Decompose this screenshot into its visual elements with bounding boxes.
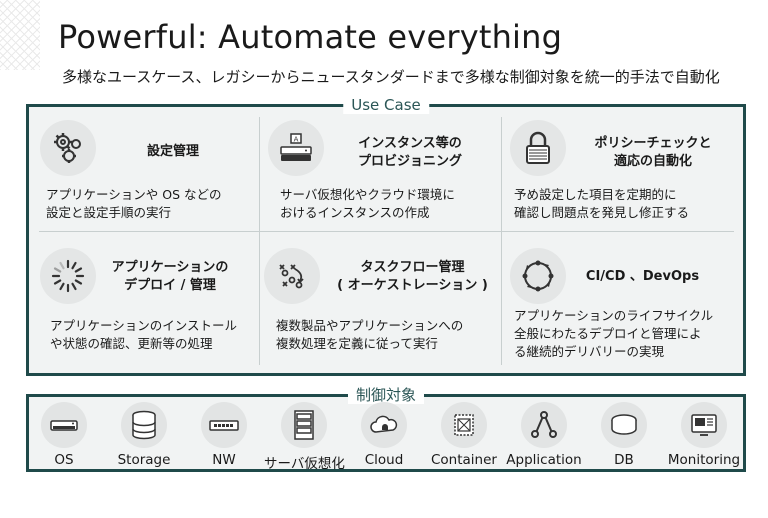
cell-title: タスクフロー管理 ( オーケストレーション ): [337, 260, 488, 293]
cell-title: ポリシーチェックと 適応の自動化: [594, 136, 712, 169]
os-device-icon: [41, 402, 87, 448]
divider: [39, 231, 734, 232]
cell-desc: アプリケーションや OS などの 設定と設定手順の実行: [46, 187, 222, 220]
target-storage: Storage: [104, 402, 184, 468]
page-title: Powerful: Automate everything: [58, 18, 563, 56]
cell-title: インスタンス等の プロビジョニング: [357, 136, 462, 169]
target-cloud: Cloud: [344, 402, 424, 468]
usecase-label: Use Case: [343, 96, 429, 114]
target-label: Monitoring: [667, 452, 741, 468]
target-server-virtualization: サーバ仮想化: [264, 402, 345, 472]
corner-pattern: [0, 0, 40, 70]
target-nw: NW: [184, 402, 264, 468]
target-label: Application: [506, 452, 582, 468]
padlock-icon: [510, 120, 566, 176]
target-container: Container: [424, 402, 504, 468]
target-label: Cloud: [364, 452, 404, 468]
target-monitoring: Monitoring: [664, 402, 744, 468]
gears-icon: [40, 120, 96, 176]
cell-title: CI/CD 、DevOps: [585, 269, 700, 284]
cell-desc: 複数製品やアプリケーションへの 複数処理を定義に従って実行: [276, 318, 464, 351]
target-label: サーバ仮想化: [264, 456, 345, 472]
cell-desc: サーバ仮想化やクラウド環境に おけるインスタンスの作成: [280, 187, 455, 220]
application-icon: [521, 402, 567, 448]
cell-desc: アプリケーションのライフサイクル 全般にわたるデプロイと管理によ る継続的デリバ…: [514, 308, 714, 359]
target-label: Container: [431, 452, 497, 468]
svg-text:A: A: [294, 136, 299, 144]
target-label: DB: [614, 452, 634, 468]
network-switch-icon: [201, 402, 247, 448]
cell-title: アプリケーションの デプロイ / 管理: [111, 260, 229, 293]
page-subtitle: 多様なユースケース、レガシーからニュースタンダードまで多様な制御対象を統一的手法…: [62, 68, 720, 86]
tactics-board-icon: [264, 248, 320, 304]
monitoring-icon: [681, 402, 727, 448]
loading-spinner-icon: [40, 248, 96, 304]
container-icon: [441, 402, 487, 448]
storage-icon: [121, 402, 167, 448]
cell-desc: 予め設定した項目を定期的に 確認し問題点を発見し修正する: [514, 187, 690, 220]
divider: [501, 117, 502, 365]
cloud-icon: [361, 402, 407, 448]
cycle-icon: [510, 248, 566, 304]
server-rack-icon: [281, 402, 327, 448]
target-label: Storage: [117, 452, 171, 468]
target-application: Application: [504, 402, 584, 468]
target-os: OS: [24, 402, 104, 468]
database-icon: [601, 402, 647, 448]
cell-desc: アプリケーションのインストール や状態の確認、更新等の処理: [50, 318, 238, 351]
target-label: OS: [54, 452, 74, 468]
target-db: DB: [584, 402, 664, 468]
server-instance-icon: A: [268, 120, 324, 176]
cell-title: 設定管理: [146, 144, 199, 159]
target-label: NW: [212, 452, 236, 468]
